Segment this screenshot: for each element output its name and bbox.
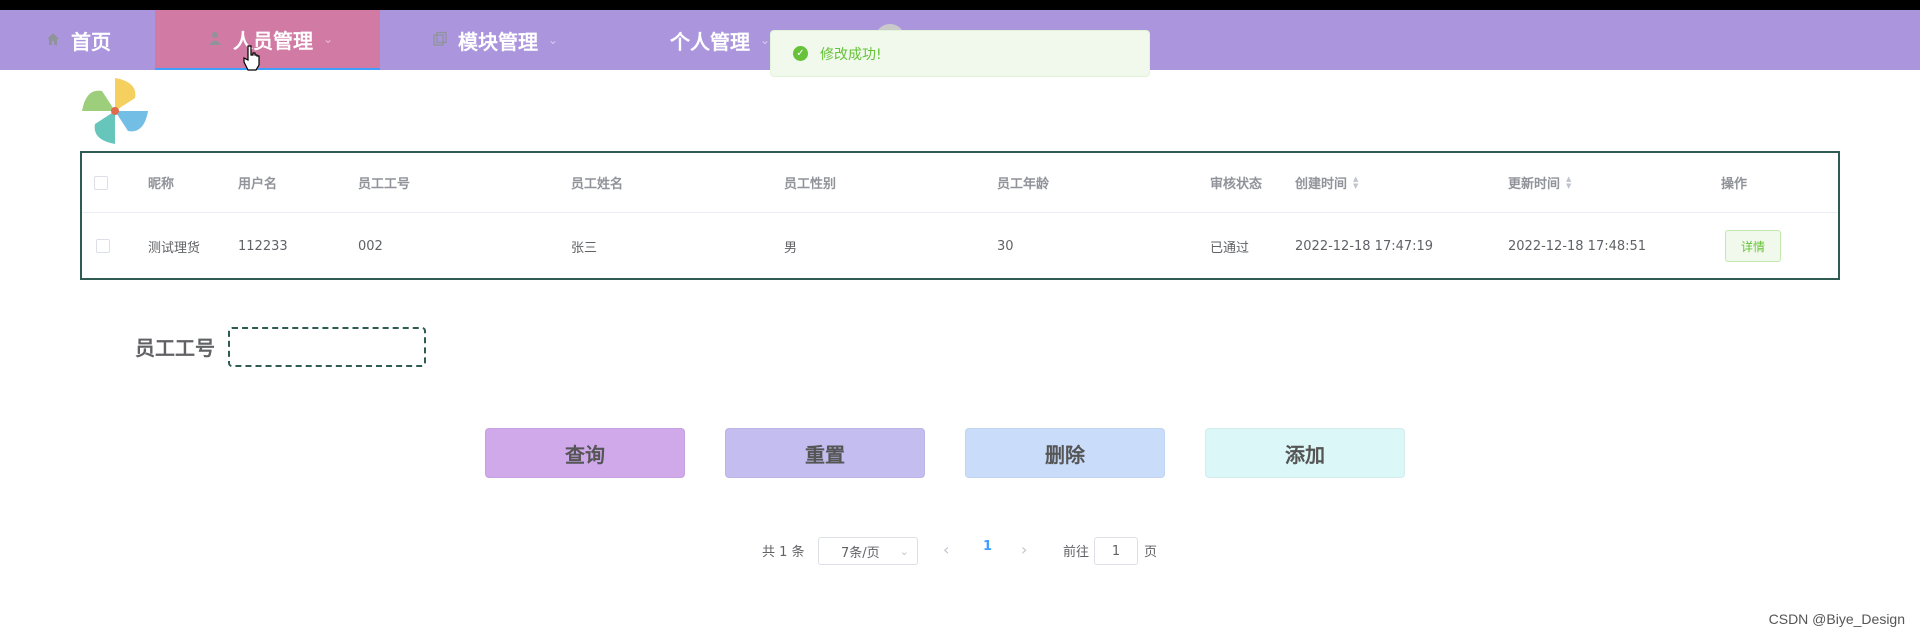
hand-cursor-icon	[242, 45, 262, 71]
nav-item-home[interactable]: 首页	[45, 10, 111, 70]
next-page-icon[interactable]: ›	[1021, 540, 1027, 559]
nav-label: 模块管理	[458, 29, 538, 54]
header-created[interactable]: 创建时间 ▲ ▼	[1295, 153, 1358, 212]
header-updated-label: 更新时间	[1508, 177, 1561, 192]
nav-item-personal[interactable]: 个人管理 ⌄	[670, 10, 770, 70]
cell-emp-no: 002	[358, 238, 383, 254]
pinwheel-logo	[80, 76, 150, 146]
header-status: 审核状态	[1210, 177, 1263, 192]
success-toast: ✓ 修改成功!	[770, 30, 1150, 77]
nav-item-personnel[interactable]: 人员管理 ⌄	[155, 10, 380, 70]
cell-created: 2022-12-18 17:47:19	[1295, 238, 1434, 254]
page-size-select[interactable]: 7条/页 ⌄	[818, 537, 918, 565]
watermark-text: CSDN @Biye_Design	[1768, 611, 1905, 627]
staff-table: 昵称 用户名 员工工号 员工姓名 员工性别 员工年龄 审核状态 创建时间 ▲ ▼ …	[80, 151, 1840, 280]
chevron-down-icon: ⌄	[323, 32, 334, 46]
copy-icon	[432, 28, 448, 52]
toast-message: 修改成功!	[820, 46, 882, 63]
query-button[interactable]: 查询	[485, 428, 685, 478]
chevron-down-icon: ⌄	[548, 33, 559, 47]
cell-age: 30	[997, 238, 1014, 254]
header-emp-no: 员工工号	[358, 177, 411, 192]
emp-no-label: 员工工号	[135, 336, 215, 360]
header-created-label: 创建时间	[1295, 177, 1348, 192]
chevron-down-icon: ⌄	[899, 544, 909, 558]
cell-updated: 2022-12-18 17:48:51	[1508, 238, 1647, 254]
header-updated[interactable]: 更新时间 ▲ ▼	[1508, 153, 1571, 212]
page-suffix: 页	[1144, 544, 1158, 560]
reset-button[interactable]: 重置	[725, 428, 925, 478]
header-action: 操作	[1721, 177, 1748, 192]
delete-button[interactable]: 删除	[965, 428, 1165, 478]
add-button[interactable]: 添加	[1205, 428, 1405, 478]
sort-icon[interactable]: ▲ ▼	[1566, 175, 1571, 190]
header-emp-name: 员工姓名	[571, 177, 624, 192]
cell-nickname: 测试理货	[148, 240, 201, 256]
sort-icon[interactable]: ▲ ▼	[1353, 175, 1358, 190]
cell-status: 已通过	[1210, 240, 1250, 256]
page-size-value: 7条/页	[841, 545, 880, 561]
table-row: 测试理货 112233 002 张三 男 30 已通过 2022-12-18 1…	[82, 214, 1838, 278]
detail-button[interactable]: 详情	[1725, 230, 1781, 262]
current-page-number[interactable]: 1	[983, 539, 992, 554]
cell-emp-name: 张三	[571, 240, 598, 256]
cell-gender: 男	[784, 240, 798, 256]
cell-username: 112233	[238, 238, 288, 254]
user-icon	[207, 27, 223, 51]
nav-label: 首页	[71, 29, 111, 54]
header-nickname: 昵称	[148, 177, 175, 192]
top-black-bar	[0, 0, 1920, 10]
prev-page-icon[interactable]: ‹	[943, 540, 949, 559]
success-check-icon: ✓	[793, 46, 808, 61]
goto-page-input[interactable]: 1	[1094, 537, 1138, 565]
nav-item-modules[interactable]: 模块管理 ⌄	[432, 10, 558, 70]
nav-label: 个人管理	[670, 29, 750, 54]
goto-label: 前往	[1063, 544, 1090, 560]
chevron-down-icon: ⌄	[760, 33, 771, 47]
header-username: 用户名	[238, 177, 278, 192]
home-icon	[45, 28, 61, 52]
emp-no-input[interactable]	[228, 327, 426, 367]
pagination-total: 共 1 条	[762, 544, 805, 560]
table-header-row: 昵称 用户名 员工工号 员工姓名 员工性别 员工年龄 审核状态 创建时间 ▲ ▼ …	[82, 153, 1838, 213]
row-checkbox[interactable]	[96, 214, 110, 278]
header-age: 员工年龄	[997, 177, 1050, 192]
header-gender: 员工性别	[784, 177, 837, 192]
select-all-checkbox[interactable]	[94, 153, 108, 212]
